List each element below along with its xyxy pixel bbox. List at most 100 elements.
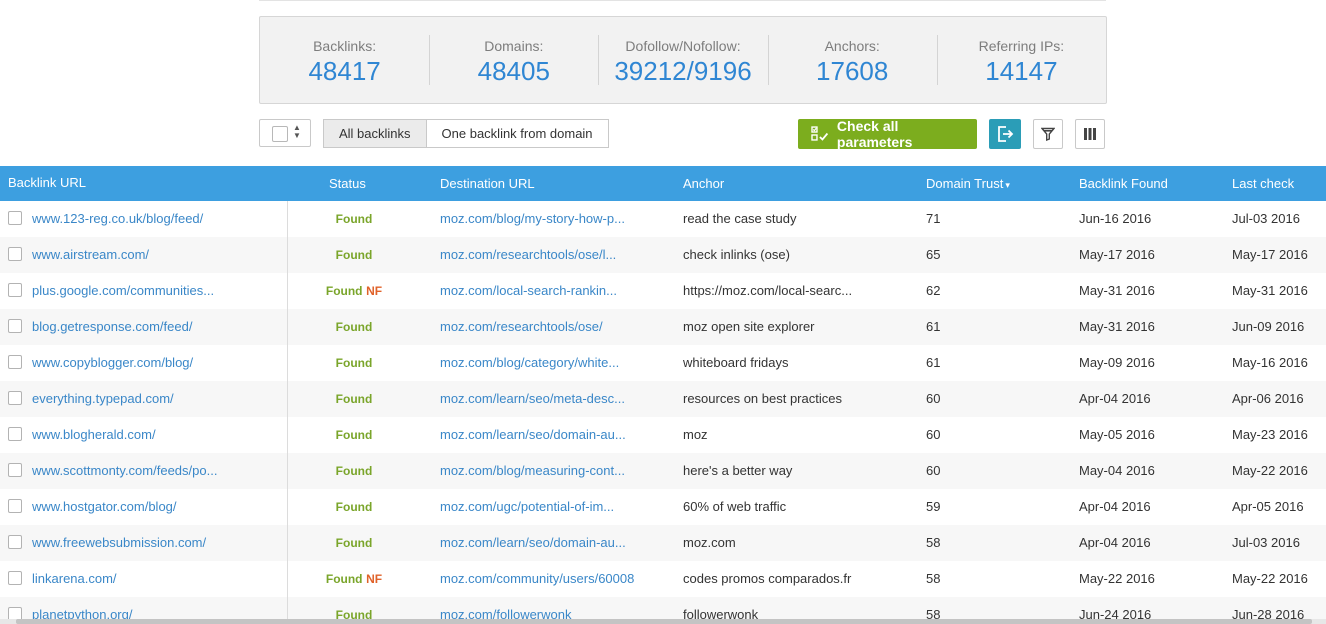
destination-url-link[interactable]: moz.com/learn/seo/meta-desc... [440, 381, 675, 417]
table-row: www.hostgator.com/blog/Found moz.com/ugc/… [0, 489, 1326, 525]
table-row: linkarena.com/Found NF moz.com/community/… [0, 561, 1326, 597]
backlink-url-link[interactable]: www.blogherald.com/ [32, 417, 282, 453]
status-cell: Found [288, 345, 420, 381]
backlink-url-link[interactable]: blog.getresponse.com/feed/ [32, 309, 282, 345]
destination-url-link[interactable]: moz.com/community/users/60008 [440, 561, 675, 597]
last-check-date: Jun-28 2016 [1232, 607, 1305, 619]
backlink-url-link[interactable]: www.hostgator.com/blog/ [32, 489, 282, 525]
destination-url-link[interactable]: moz.com/blog/my-story-how-p... [440, 201, 675, 237]
row-checkbox[interactable] [8, 499, 22, 513]
horizontal-scrollbar[interactable] [0, 619, 1326, 624]
row-checkbox[interactable] [8, 463, 22, 477]
backlink-url-link[interactable]: www.freewebsubmission.com/ [32, 525, 282, 561]
col-backlink-url[interactable]: Backlink URL [8, 166, 86, 201]
stat-domains: Domains: 48405 [429, 17, 598, 103]
stat-value: 48417 [308, 56, 381, 86]
domain-trust-value: 61 [926, 355, 941, 370]
backlink-found-date: Apr-04 2016 [1079, 499, 1151, 514]
columns-button[interactable] [1075, 119, 1105, 149]
row-checkbox[interactable] [8, 211, 22, 225]
destination-url-link[interactable]: moz.com/followerwonk [440, 597, 675, 619]
stat-label: Dofollow/Nofollow: [625, 38, 741, 54]
row-checkbox[interactable] [8, 283, 22, 297]
domain-trust-value: 59 [926, 499, 941, 514]
row-checkbox[interactable] [8, 535, 22, 549]
status-cell: Found [288, 525, 420, 561]
destination-url-link[interactable]: moz.com/researchtools/ose/l... [440, 237, 675, 273]
row-checkbox[interactable] [8, 247, 22, 261]
col-domain-trust-label: Domain Trust [926, 176, 1004, 191]
row-checkbox[interactable] [8, 355, 22, 369]
col-anchor[interactable]: Anchor [683, 166, 724, 201]
anchor-text: moz [683, 427, 708, 442]
anchor-text: 60% of web traffic [683, 499, 787, 514]
all-backlinks-button[interactable]: All backlinks [323, 119, 427, 148]
stat-anchors: Anchors: 17608 [767, 17, 937, 103]
one-backlink-per-domain-button[interactable]: One backlink from domain [426, 119, 609, 148]
destination-url-link[interactable]: moz.com/blog/measuring-cont... [440, 453, 675, 489]
destination-url-link[interactable]: moz.com/ugc/potential-of-im... [440, 489, 675, 525]
status-cell: Found NF [288, 561, 420, 597]
select-all-dropdown[interactable]: ▲ ▼ [259, 119, 311, 147]
destination-url-link[interactable]: moz.com/researchtools/ose/ [440, 309, 675, 345]
stats-panel: Backlinks: 48417 Domains: 48405 Dofollow… [259, 16, 1107, 104]
backlink-url-link[interactable]: www.copyblogger.com/blog/ [32, 345, 282, 381]
backlink-found-date: May-05 2016 [1079, 427, 1155, 442]
col-status[interactable]: Status [329, 166, 366, 201]
status-found: Found [335, 608, 373, 619]
columns-icon [1084, 128, 1096, 140]
status-cell: Found [288, 201, 420, 237]
domain-trust-value: 61 [926, 319, 941, 334]
check-all-parameters-button[interactable]: Check all parameters [798, 118, 977, 150]
destination-url-link[interactable]: moz.com/blog/category/white... [440, 345, 675, 381]
backlink-url-link[interactable]: www.scottmonty.com/feeds/po... [32, 453, 282, 489]
destination-url-link[interactable]: moz.com/learn/seo/domain-au... [440, 417, 675, 453]
row-checkbox[interactable] [8, 427, 22, 441]
backlink-url-link[interactable]: linkarena.com/ [32, 561, 282, 597]
domain-trust-value: 62 [926, 283, 941, 298]
col-last-check[interactable]: Last check [1232, 166, 1294, 201]
row-checkbox[interactable] [8, 571, 22, 585]
anchor-text: whiteboard fridays [683, 355, 789, 370]
status-found: Found [335, 536, 373, 550]
row-checkbox[interactable] [8, 319, 22, 333]
status-nofollow-badge: NF [366, 572, 383, 586]
col-backlink-found[interactable]: Backlink Found [1079, 166, 1168, 201]
destination-url-link[interactable]: moz.com/learn/seo/domain-au... [440, 525, 675, 561]
backlink-found-date: Jun-24 2016 [1079, 607, 1152, 619]
col-destination-url[interactable]: Destination URL [440, 166, 535, 201]
anchor-text: codes promos comparados.fr [683, 571, 852, 586]
last-check-date: Jul-03 2016 [1232, 535, 1300, 550]
filter-button[interactable] [1033, 119, 1063, 149]
backlink-url-link[interactable]: planetpython.org/ [32, 597, 282, 619]
export-button[interactable] [989, 119, 1021, 149]
status-found: Found [335, 500, 373, 514]
domain-trust-value: 60 [926, 391, 941, 406]
stat-value: 48405 [477, 56, 550, 86]
stat-label: Domains: [484, 38, 544, 54]
table-row: www.123-reg.co.uk/blog/feed/Found moz.com… [0, 201, 1326, 237]
status-nofollow-badge: NF [366, 284, 383, 298]
status-found: Found [335, 428, 373, 442]
row-checkbox[interactable] [8, 607, 22, 619]
stat-label: Anchors: [824, 38, 880, 54]
backlink-found-date: May-09 2016 [1079, 355, 1155, 370]
backlink-url-link[interactable]: everything.typepad.com/ [32, 381, 282, 417]
status-cell: Found [288, 309, 420, 345]
scrollbar-thumb[interactable] [16, 619, 1312, 624]
last-check-date: May-22 2016 [1232, 571, 1308, 586]
backlink-url-link[interactable]: plus.google.com/communities... [32, 273, 282, 309]
anchor-text: moz.com [683, 535, 736, 550]
backlink-filter-toggle: All backlinks One backlink from domain [323, 119, 609, 148]
row-checkbox[interactable] [8, 391, 22, 405]
check-all-parameters-label: Check all parameters [836, 118, 913, 150]
backlink-url-link[interactable]: www.airstream.com/ [32, 237, 282, 273]
updown-arrows-icon: ▲ ▼ [293, 123, 301, 140]
backlink-found-date: Jun-16 2016 [1079, 211, 1152, 226]
col-domain-trust[interactable]: Domain Trust ▾ [926, 166, 1010, 201]
status-found: Found [325, 572, 363, 586]
backlink-url-link[interactable]: www.123-reg.co.uk/blog/feed/ [32, 201, 282, 237]
select-all-checkbox[interactable] [272, 126, 288, 142]
destination-url-link[interactable]: moz.com/local-search-rankin... [440, 273, 675, 309]
last-check-date: May-16 2016 [1232, 355, 1308, 370]
